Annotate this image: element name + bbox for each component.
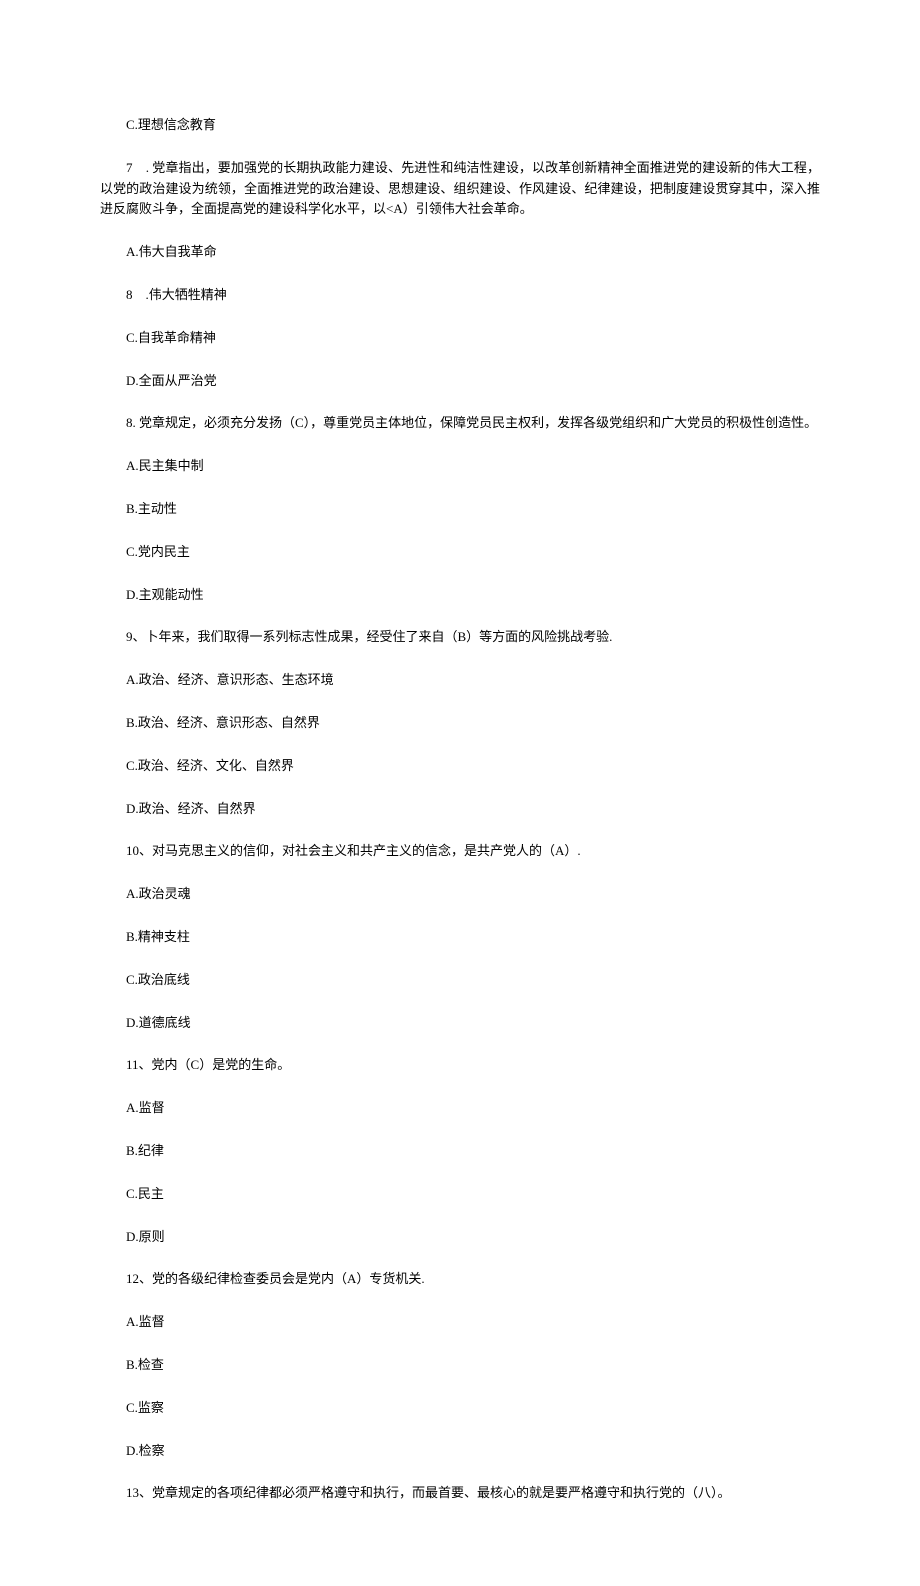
- option-text: D.道德底线: [100, 1013, 820, 1034]
- question-text: 7 . 党章指出，要加强党的长期执政能力建设、先进性和纯洁性建设，以改革创新精神…: [100, 158, 820, 220]
- option-text: 8 .伟大牺牲精神: [100, 285, 820, 306]
- option-text: C.民主: [100, 1184, 820, 1205]
- question-text: 8. 党章规定，必须充分发扬（C），尊重党员主体地位，保障党员民主权利，发挥各级…: [100, 413, 820, 434]
- option-text: A.监督: [100, 1098, 820, 1119]
- option-text: B.精神支柱: [100, 927, 820, 948]
- option-text: A.民主集中制: [100, 456, 820, 477]
- question-text: 11、党内（C）是党的生命。: [100, 1055, 820, 1076]
- option-text: C.监察: [100, 1398, 820, 1419]
- option-text: A.监督: [100, 1312, 820, 1333]
- option-text: D.检察: [100, 1441, 820, 1462]
- option-text: C.政治、经济、文化、自然界: [100, 756, 820, 777]
- option-text: C.党内民主: [100, 542, 820, 563]
- option-text: B.纪律: [100, 1141, 820, 1162]
- option-text: B.政治、经济、意识形态、自然界: [100, 713, 820, 734]
- option-text: A.伟大自我革命: [100, 242, 820, 263]
- option-text: A.政治灵魂: [100, 884, 820, 905]
- option-text: C.理想信念教育: [100, 115, 820, 136]
- option-text: D.全面从严治党: [100, 371, 820, 392]
- option-text: D.原则: [100, 1227, 820, 1248]
- option-text: C.自我革命精神: [100, 328, 820, 349]
- option-text: D.政治、经济、自然界: [100, 799, 820, 820]
- option-text: C.政治底线: [100, 970, 820, 991]
- option-text: B.检查: [100, 1355, 820, 1376]
- question-text: 13、党章规定的各项纪律都必须严格遵守和执行，而最首要、最核心的就是要严格遵守和…: [100, 1483, 820, 1504]
- option-text: A.政治、经济、意识形态、生态环境: [100, 670, 820, 691]
- question-text: 10、对马克思主义的信仰，对社会主义和共产主义的信念，是共产党人的（A）.: [100, 841, 820, 862]
- question-text: 12、党的各级纪律检查委员会是党内（A）专货机关.: [100, 1269, 820, 1290]
- question-text: 9、卜年来，我们取得一系列标志性成果，经受住了来自（B）等方面的风险挑战考验.: [100, 627, 820, 648]
- option-text: D.主观能动性: [100, 585, 820, 606]
- option-text: B.主动性: [100, 499, 820, 520]
